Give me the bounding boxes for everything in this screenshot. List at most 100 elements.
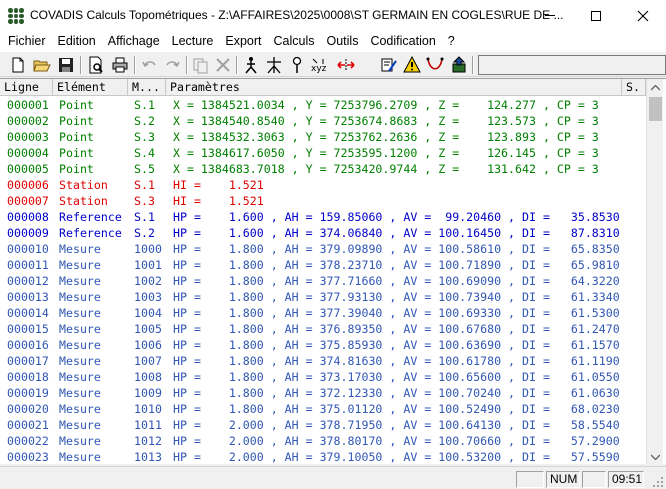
row-params: HI = 1.521: [173, 194, 264, 208]
table-row[interactable]: 000014 Mesure 1004 HP = 1.800 , AH = 377.39…: [0, 305, 646, 321]
close-button[interactable]: [620, 0, 666, 31]
table-row[interactable]: 000003 Point S.3 X = 1384532.3063 , Y = 725…: [0, 129, 646, 145]
row-ligne: 000003: [7, 130, 49, 144]
menu-edition[interactable]: Edition: [52, 31, 102, 51]
row-ligne: 000005: [7, 162, 49, 176]
row-mat: S.2: [134, 226, 155, 240]
table-row[interactable]: 000021 Mesure 1011 HP = 2.000 , AH = 378.71…: [0, 417, 646, 433]
table-row[interactable]: 000018 Mesure 1008 HP = 1.800 , AH = 373.17…: [0, 369, 646, 385]
column-header-s[interactable]: S.: [622, 79, 646, 96]
row-ligne: 000019: [7, 386, 49, 400]
menu-affichage[interactable]: Affichage: [102, 31, 166, 51]
table-row[interactable]: 000006 Station S.1 HI = 1.521: [0, 177, 646, 193]
table-row[interactable]: 000010 Mesure 1000 HP = 1.800 , AH = 379.09…: [0, 241, 646, 257]
row-ligne: 000001: [7, 98, 49, 112]
row-element: Point: [59, 114, 94, 128]
table-row[interactable]: 000007 Station S.3 HI = 1.521: [0, 193, 646, 209]
covadis-app-icon[interactable]: [8, 8, 24, 24]
row-mat: S.3: [134, 130, 155, 144]
table-row[interactable]: 000013 Mesure 1003 HP = 1.800 , AH = 377.93…: [0, 289, 646, 305]
row-mat: S.1: [134, 98, 155, 112]
delete-button[interactable]: [213, 55, 233, 75]
list-header: Ligne Elément M... Paramètres S.: [0, 79, 646, 96]
row-ligne: 000006: [7, 178, 49, 192]
point-button[interactable]: [287, 55, 307, 75]
arrows-button[interactable]: [336, 55, 356, 75]
row-params: HP = 1.800 , AH = 375.01120 , AV = 100.5…: [173, 402, 620, 416]
table-row[interactable]: 000016 Mesure 1006 HP = 1.800 , AH = 375.85…: [0, 337, 646, 353]
table-row[interactable]: 000009 Reference S.2 HP = 1.600 , AH = 374.…: [0, 225, 646, 241]
menu-export[interactable]: Export: [219, 31, 267, 51]
table-row[interactable]: 000023 Mesure 1013 HP = 2.000 , AH = 379.10…: [0, 449, 646, 464]
minimize-button[interactable]: [527, 0, 573, 31]
table-row[interactable]: 000017 Mesure 1007 HP = 1.800 , AH = 374.81…: [0, 353, 646, 369]
reference-button[interactable]: [264, 55, 284, 75]
row-params: HP = 1.800 , AH = 374.81630 , AV = 100.6…: [173, 354, 620, 368]
table-row[interactable]: 000020 Mesure 1010 HP = 1.800 , AH = 375.01…: [0, 401, 646, 417]
reference-icon: [267, 57, 281, 74]
xyz-button[interactable]: xyz: [310, 55, 330, 75]
print-button[interactable]: [110, 55, 130, 75]
print-preview-button[interactable]: [86, 55, 106, 75]
vertical-scrollbar[interactable]: [646, 79, 663, 464]
table-row[interactable]: 000008 Reference S.1 HP = 1.600 , AH = 159.…: [0, 209, 646, 225]
table-row[interactable]: 000005 Point S.5 X = 1384683.7018 , Y = 725…: [0, 161, 646, 177]
table-row[interactable]: 000012 Mesure 1002 HP = 1.800 , AH = 377.71…: [0, 273, 646, 289]
menu-calculs[interactable]: Calculs: [268, 31, 321, 51]
table-row[interactable]: 000015 Mesure 1005 HP = 1.800 , AH = 376.89…: [0, 321, 646, 337]
row-element: Mesure: [59, 402, 101, 416]
maximize-button[interactable]: [573, 0, 619, 31]
table-row[interactable]: 000002 Point S.2 X = 1384540.8540 , Y = 725…: [0, 113, 646, 129]
new-file-button[interactable]: [8, 55, 28, 75]
undo-button[interactable]: [140, 55, 160, 75]
toolbar-separator: [134, 56, 136, 74]
menu-lecture[interactable]: Lecture: [166, 31, 220, 51]
menu-codification[interactable]: Codification: [364, 31, 441, 51]
edit-sketch-button[interactable]: [379, 55, 399, 75]
undo-icon: [142, 61, 156, 68]
curve-button[interactable]: [425, 55, 445, 75]
row-mat: 1007: [134, 354, 162, 368]
chevron-down-icon: [651, 454, 660, 460]
resize-grip-icon[interactable]: [652, 476, 664, 488]
export-icon: [452, 56, 466, 73]
scroll-down-button[interactable]: [647, 448, 664, 464]
menu-help[interactable]: ?: [442, 31, 461, 51]
row-ligne: 000022: [7, 434, 49, 448]
menu-outils[interactable]: Outils: [321, 31, 365, 51]
row-ligne: 000004: [7, 146, 49, 160]
column-header-ligne[interactable]: Ligne: [0, 79, 53, 96]
open-button[interactable]: [32, 55, 52, 75]
row-mat: S.4: [134, 146, 155, 160]
data-list[interactable]: Ligne Elément M... Paramètres S. 000001 P…: [0, 78, 666, 464]
column-header-element[interactable]: Elément: [53, 79, 128, 96]
station-button[interactable]: [241, 55, 261, 75]
table-row[interactable]: 000004 Point S.4 X = 1384617.6050 , Y = 725…: [0, 145, 646, 161]
save-button[interactable]: [56, 55, 76, 75]
row-params: HP = 1.800 , AH = 377.39040 , AV = 100.6…: [173, 306, 620, 320]
column-header-params[interactable]: Paramètres: [166, 79, 622, 96]
menu-fichier[interactable]: Fichier: [2, 31, 52, 51]
chevron-up-icon: [651, 84, 660, 90]
edit-sketch-icon: [381, 58, 397, 72]
row-ligne: 000013: [7, 290, 49, 304]
print-preview-icon: [89, 56, 103, 74]
scroll-thumb[interactable]: [649, 97, 662, 121]
table-row[interactable]: 000011 Mesure 1001 HP = 1.800 , AH = 378.23…: [0, 257, 646, 273]
row-ligne: 000020: [7, 402, 49, 416]
column-header-mat[interactable]: M...: [128, 79, 166, 96]
warning-button[interactable]: [402, 55, 422, 75]
toolbar-combo[interactable]: [478, 55, 666, 75]
row-params: HP = 1.800 , AH = 376.89350 , AV = 100.6…: [173, 322, 620, 336]
table-row[interactable]: 000022 Mesure 1012 HP = 2.000 , AH = 378.80…: [0, 433, 646, 449]
scroll-up-button[interactable]: [647, 79, 664, 96]
row-params: HP = 1.800 , AH = 373.17030 , AV = 100.6…: [173, 370, 620, 384]
export-button[interactable]: [449, 55, 469, 75]
row-ligne: 000008: [7, 210, 49, 224]
table-row[interactable]: 000001 Point S.1 X = 1384521.0034 , Y = 725…: [0, 97, 646, 113]
table-row[interactable]: 000019 Mesure 1009 HP = 1.800 , AH = 372.12…: [0, 385, 646, 401]
row-element: Mesure: [59, 322, 101, 336]
copy-button[interactable]: [190, 55, 210, 75]
redo-button[interactable]: [162, 55, 182, 75]
warning-icon: [403, 56, 421, 73]
